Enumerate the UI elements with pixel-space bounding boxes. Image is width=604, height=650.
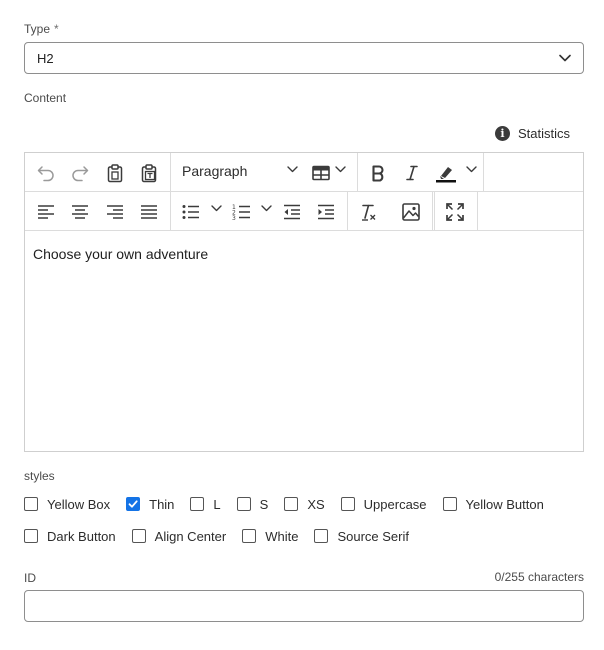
table-chevron-icon[interactable]	[335, 166, 346, 173]
checkbox-box[interactable]	[442, 497, 457, 511]
editor-toolbar-row-1: Paragraph	[25, 153, 583, 192]
checkbox-label: S	[259, 496, 269, 512]
checkbox-label: L	[213, 496, 221, 512]
checkbox-label: XS	[307, 496, 325, 512]
style-checkbox-xs[interactable]: XS	[284, 496, 325, 512]
toolbar-separator	[483, 153, 484, 191]
bulleted-list-icon[interactable]	[180, 201, 202, 223]
checkbox-box[interactable]	[24, 497, 38, 511]
bulleted-list-chevron-icon[interactable]	[211, 205, 222, 212]
checkbox-box-checked[interactable]	[126, 497, 141, 511]
svg-text:3: 3	[232, 215, 236, 221]
style-checkbox-dark-button[interactable]: Dark Button	[24, 529, 116, 544]
style-checkbox-l[interactable]: L	[190, 496, 221, 512]
checkbox-label: Dark Button	[47, 528, 116, 544]
style-checkbox-s[interactable]: S	[236, 496, 269, 512]
styles-label: styles	[24, 469, 55, 483]
rich-text-editor: Paragraph 1 2 3 Choose your own adventur…	[24, 152, 584, 452]
toolbar-separator	[432, 192, 433, 230]
checkbox-label: Source Serif	[337, 528, 409, 544]
required-mark: *	[54, 22, 59, 36]
styles-row-2: Dark Button Align Center White Source Se…	[24, 527, 425, 545]
style-checkbox-align-center[interactable]: Align Center	[131, 528, 227, 544]
checkbox-box[interactable]	[131, 529, 146, 543]
checkbox-box[interactable]	[284, 497, 299, 511]
type-label: Type *	[24, 22, 59, 36]
checkbox-label: Thin	[149, 496, 175, 512]
block-format-dropdown[interactable]: Paragraph	[182, 163, 247, 179]
type-select[interactable]: H2	[24, 42, 584, 74]
align-right-icon[interactable]	[104, 201, 126, 223]
highlight-icon[interactable]	[435, 162, 457, 184]
undo-icon[interactable]	[35, 162, 57, 184]
checkbox-box[interactable]	[242, 529, 257, 543]
block-format-chevron-icon[interactable]	[287, 166, 298, 173]
align-left-icon[interactable]	[35, 201, 57, 223]
checkbox-box[interactable]	[190, 497, 205, 511]
toolbar-separator	[170, 153, 171, 191]
checkbox-label: White	[265, 528, 299, 544]
redo-icon[interactable]	[69, 162, 91, 184]
editor-content-text: Choose your own adventure	[33, 246, 209, 262]
character-counter: 0/255 characters	[494, 570, 584, 584]
justify-icon[interactable]	[138, 201, 160, 223]
checkbox-label: Yellow Box	[47, 496, 111, 512]
type-select-value: H2	[37, 50, 54, 66]
toolbar-separator	[347, 192, 348, 230]
info-icon: i	[494, 126, 510, 141]
id-input[interactable]	[24, 590, 584, 622]
checkbox-label: Align Center	[154, 528, 227, 544]
style-checkbox-uppercase[interactable]: Uppercase	[340, 496, 427, 512]
highlight-chevron-icon[interactable]	[466, 166, 477, 173]
numbered-list-chevron-icon[interactable]	[261, 205, 272, 212]
content-label: Content	[24, 91, 67, 105]
toolbar-separator	[357, 153, 358, 191]
checkbox-box[interactable]	[314, 529, 329, 543]
checkbox-label: Yellow Button	[465, 496, 544, 512]
statistics-button[interactable]: i Statistics	[494, 126, 570, 141]
editor-toolbar-row-2: 123	[25, 192, 583, 231]
checkbox-label: Uppercase	[363, 496, 427, 512]
style-checkbox-source-serif[interactable]: Source Serif	[314, 529, 409, 544]
numbered-list-icon[interactable]: 123	[231, 201, 253, 223]
align-center-icon[interactable]	[69, 201, 91, 223]
chevron-down-icon	[559, 54, 571, 62]
checkbox-box[interactable]	[340, 497, 355, 511]
checkbox-box[interactable]	[24, 529, 38, 543]
indent-icon[interactable]	[315, 201, 337, 223]
paste-icon[interactable]	[104, 162, 126, 184]
insert-image-icon[interactable]	[400, 201, 422, 223]
toolbar-separator	[477, 192, 478, 230]
style-checkbox-yellow-button[interactable]: Yellow Button	[442, 496, 544, 512]
styles-row-1: Yellow Box Thin L S XS Uppercase Yellow …	[24, 495, 560, 513]
statistics-label: Statistics	[517, 126, 570, 141]
style-checkbox-yellow-box[interactable]: Yellow Box	[24, 497, 110, 512]
toolbar-separator	[434, 192, 435, 230]
remove-format-icon[interactable]	[357, 201, 379, 223]
checkmark-icon	[128, 500, 138, 508]
style-checkbox-white[interactable]: White	[242, 529, 298, 544]
outdent-icon[interactable]	[281, 201, 303, 223]
bold-icon[interactable]	[367, 162, 389, 184]
checkbox-box[interactable]	[236, 497, 251, 511]
table-icon[interactable]	[310, 162, 332, 184]
fullscreen-icon[interactable]	[444, 201, 466, 223]
paste-as-text-icon[interactable]	[138, 162, 160, 184]
toolbar-separator	[170, 192, 171, 230]
id-label: ID	[24, 571, 36, 585]
editor-content-area[interactable]: Choose your own adventure	[25, 231, 583, 450]
type-label-text: Type	[24, 22, 51, 36]
italic-icon[interactable]	[401, 162, 423, 184]
style-checkbox-thin[interactable]: Thin	[126, 497, 174, 512]
